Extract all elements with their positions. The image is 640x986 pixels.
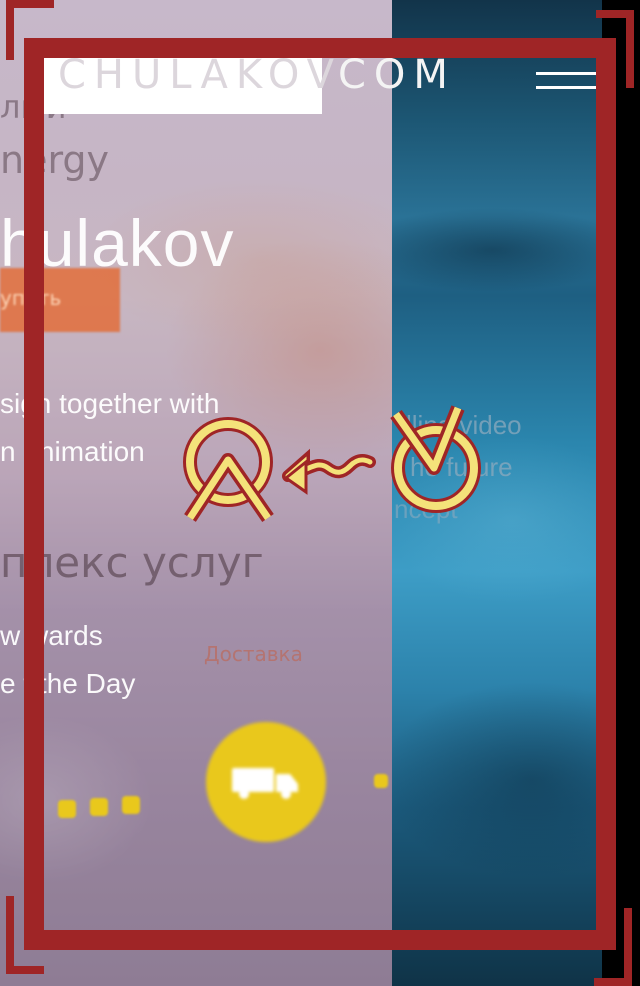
logo-text-right: COM — [338, 52, 456, 98]
menu-line — [536, 72, 600, 75]
frame-corner-bottom-left — [6, 896, 44, 974]
decor-dot — [374, 774, 388, 788]
frame-corner-top-right — [596, 10, 634, 88]
decor-dot — [58, 800, 76, 818]
decor-dot — [122, 796, 140, 814]
delivery-label: Доставка — [204, 642, 303, 666]
menu-line — [536, 86, 600, 89]
truck-icon — [232, 768, 298, 799]
services-heading: плекс услуг — [0, 538, 264, 587]
awards-line-1: w wards — [0, 620, 103, 651]
awards-line-2: e f the Day — [0, 668, 136, 699]
screen: лыи nergy упить hulakov sign together wi… — [0, 0, 640, 986]
logo-text-left: CHULAKOV — [58, 52, 343, 98]
frame-corner-bottom-right — [594, 908, 632, 986]
swipe-left-gesture-icon — [183, 405, 481, 522]
delivery-truck-badge — [206, 722, 326, 842]
hamburger-menu-icon[interactable] — [536, 70, 600, 96]
decor-dot — [90, 798, 108, 816]
orange-button-label: упить — [0, 286, 62, 310]
hero-title: hulakov — [0, 206, 235, 280]
frame-corner-top-left — [6, 0, 54, 60]
black-edge — [602, 0, 640, 986]
hero-line-2: n animation — [0, 436, 145, 467]
faded-text-energy: nergy — [0, 138, 110, 182]
